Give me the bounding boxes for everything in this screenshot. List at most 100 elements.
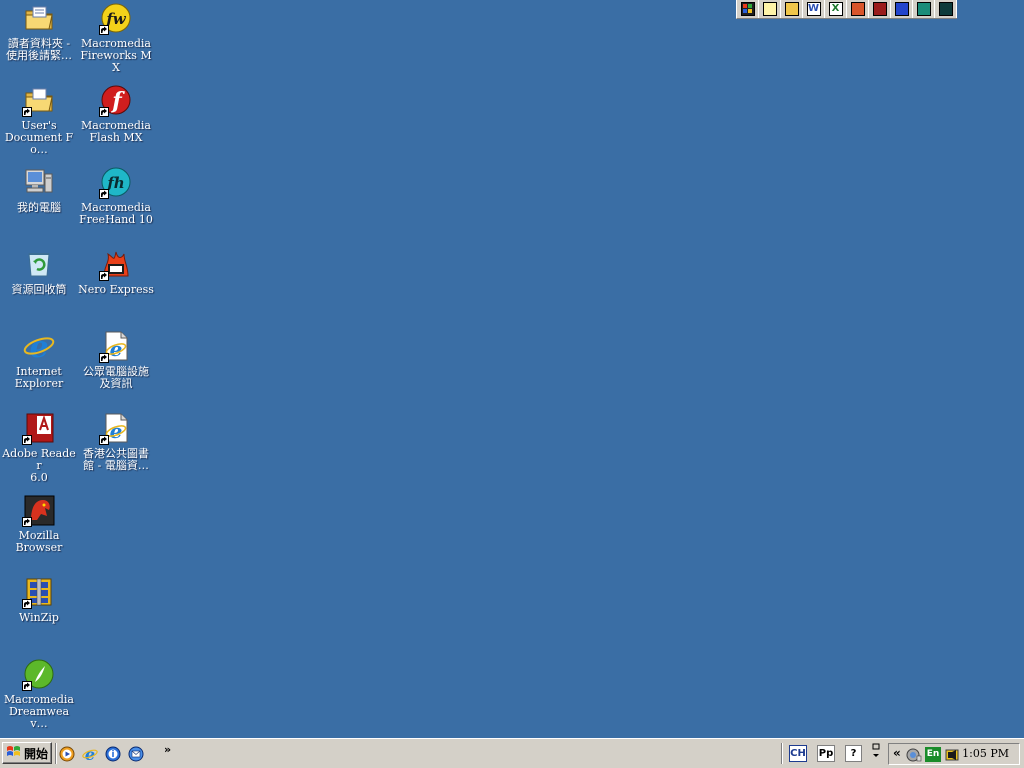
outlook-express-icon[interactable] <box>128 746 144 762</box>
desktop-icon-readers-folder[interactable]: 讀者資料夾 - 使用後請緊… <box>1 2 77 62</box>
desktop-icon-label: 我的電腦 <box>17 201 61 214</box>
start-button[interactable]: 開始 <box>2 742 52 764</box>
fireworks-icon: fw <box>99 2 132 35</box>
desktop-icon-label: Macromedia Fireworks MX <box>80 37 152 74</box>
language-help-button[interactable]: ? <box>845 745 862 762</box>
office-shortcut-bar: W X <box>736 0 957 19</box>
desktop-icon-freehand[interactable]: fh Macromedia FreeHand 10 <box>78 166 154 226</box>
mozilla-icon <box>22 494 55 527</box>
svg-text:e: e <box>110 419 123 443</box>
open-office-document-button[interactable] <box>781 0 803 18</box>
desktop-icon-recycle-bin[interactable]: 資源回收筒 <box>1 248 77 296</box>
desktop-icon-label: 香港公共圖書 館 - 電腦資… <box>83 447 149 472</box>
desktop-icon-label: Macromedia Flash MX <box>81 119 151 144</box>
desktop-icon-label: Internet Explorer <box>14 365 64 390</box>
taskbar-separator <box>55 743 57 764</box>
shortcut-arrow-icon <box>22 435 32 445</box>
outlook-button[interactable] <box>891 0 913 18</box>
shortcut-arrow-icon <box>99 25 109 35</box>
desktop-icon-internet-explorer[interactable]: e Internet Explorer <box>1 330 77 390</box>
shortcut-arrow-icon <box>22 517 32 527</box>
desktop-icon-mozilla-browser[interactable]: Mozilla Browser <box>1 494 77 554</box>
shortcut-arrow-icon <box>22 681 32 691</box>
dreamweaver-icon <box>22 658 55 691</box>
desktop-icon-label: Mozilla Browser <box>15 529 63 554</box>
network-icon[interactable] <box>906 747 922 763</box>
my-computer-icon <box>23 166 55 198</box>
desktop: 讀者資料夾 - 使用後請緊… User's Document Fo… 我的電腦 … <box>0 0 1024 738</box>
desktop-icon-nero-express[interactable]: Nero Express <box>78 248 154 296</box>
info-icon[interactable] <box>105 746 121 762</box>
system-tray: « En 1:05 PM <box>888 743 1020 765</box>
excel-button[interactable]: X <box>825 0 847 18</box>
shortcut-arrow-icon <box>99 353 109 363</box>
taskbar: 開始 e » CH Pp ? « En 1:05 PM <box>0 738 1024 768</box>
desktop-icon-label: WinZip <box>19 611 59 624</box>
desktop-icon-public-computer-info[interactable]: e 公眾電腦設施 及資訊 <box>78 330 154 390</box>
ie-page-icon: e <box>99 412 132 445</box>
clock[interactable]: 1:05 PM <box>962 747 1009 760</box>
desktop-icon-my-computer[interactable]: 我的電腦 <box>1 166 77 214</box>
desktop-icon-winzip[interactable]: WinZip <box>1 576 77 624</box>
svg-text:e: e <box>110 337 123 361</box>
winzip-icon <box>22 576 55 609</box>
desktop-icon-hkpl-computer-info[interactable]: e 香港公共圖書 館 - 電腦資… <box>78 412 154 472</box>
desktop-icon-label: 公眾電腦設施 及資訊 <box>83 365 149 390</box>
ime-indicator[interactable]: Pp <box>817 745 835 762</box>
desktop-icon-dreamweaver[interactable]: Macromedia Dreamweav… <box>1 658 77 730</box>
shortcut-arrow-icon <box>22 599 32 609</box>
office-logo-button[interactable] <box>737 0 759 18</box>
desktop-icon-label: 讀者資料夾 - 使用後請緊… <box>6 37 72 62</box>
word-button[interactable]: W <box>803 0 825 18</box>
frontpage-icon <box>938 2 953 16</box>
office-logo-icon <box>740 2 755 16</box>
access-icon <box>872 2 887 16</box>
taskbar-separator <box>781 743 783 764</box>
svg-text:e: e <box>29 330 48 362</box>
svg-text:e: e <box>85 746 95 762</box>
new-office-document-button[interactable] <box>759 0 781 18</box>
desktop-icon-flash[interactable]: f Macromedia Flash MX <box>78 84 154 144</box>
speaker-icon[interactable] <box>944 747 960 763</box>
tray-expand-button[interactable]: « <box>893 746 901 760</box>
desktop-icon-label: User's Document Fo… <box>4 119 74 156</box>
outlook-icon <box>894 2 909 16</box>
frontpage-button[interactable] <box>935 0 957 18</box>
nero-icon <box>99 248 132 281</box>
input-language-indicator[interactable]: En <box>925 747 941 762</box>
desktop-icon-adobe-reader[interactable]: Adobe Reader 6.0 <box>1 412 77 484</box>
publisher-icon <box>916 2 931 16</box>
language-bar-restore-button[interactable] <box>871 743 881 762</box>
new-office-document-icon <box>762 2 777 16</box>
start-label: 開始 <box>24 746 49 761</box>
open-office-document-icon <box>784 2 799 16</box>
internet-explorer-icon: e <box>23 330 55 362</box>
folder-icon <box>23 2 55 34</box>
internet-explorer-icon[interactable]: e <box>82 746 98 762</box>
ie-page-icon: e <box>99 330 132 363</box>
powerpoint-button[interactable] <box>847 0 869 18</box>
shortcut-arrow-icon <box>99 435 109 445</box>
language-indicator[interactable]: CH <box>789 745 807 762</box>
shortcut-arrow-icon <box>22 107 32 117</box>
desktop-icon-fireworks[interactable]: fw Macromedia Fireworks MX <box>78 2 154 74</box>
quick-launch-more-button[interactable]: » <box>164 743 171 756</box>
desktop-icon-label: 資源回收筒 <box>11 283 67 296</box>
recycle-bin-icon <box>23 248 55 280</box>
powerpoint-icon <box>850 2 865 16</box>
folder-shortcut-icon <box>22 84 55 117</box>
desktop-icon-label: Nero Express <box>78 283 154 296</box>
desktop-icon-label: Macromedia FreeHand 10 <box>79 201 153 226</box>
desktop-icon-users-document-folder[interactable]: User's Document Fo… <box>1 84 77 156</box>
adobe-reader-icon <box>22 412 55 445</box>
shortcut-arrow-icon <box>99 189 109 199</box>
svg-text:fh: fh <box>106 174 124 192</box>
flash-icon: f <box>99 84 132 117</box>
shortcut-arrow-icon <box>99 107 109 117</box>
access-button[interactable] <box>869 0 891 18</box>
publisher-button[interactable] <box>913 0 935 18</box>
shortcut-arrow-icon <box>99 271 109 281</box>
word-icon: W <box>806 2 821 16</box>
media-player-icon[interactable] <box>59 746 75 762</box>
desktop-icon-label: Adobe Reader 6.0 <box>2 447 76 484</box>
